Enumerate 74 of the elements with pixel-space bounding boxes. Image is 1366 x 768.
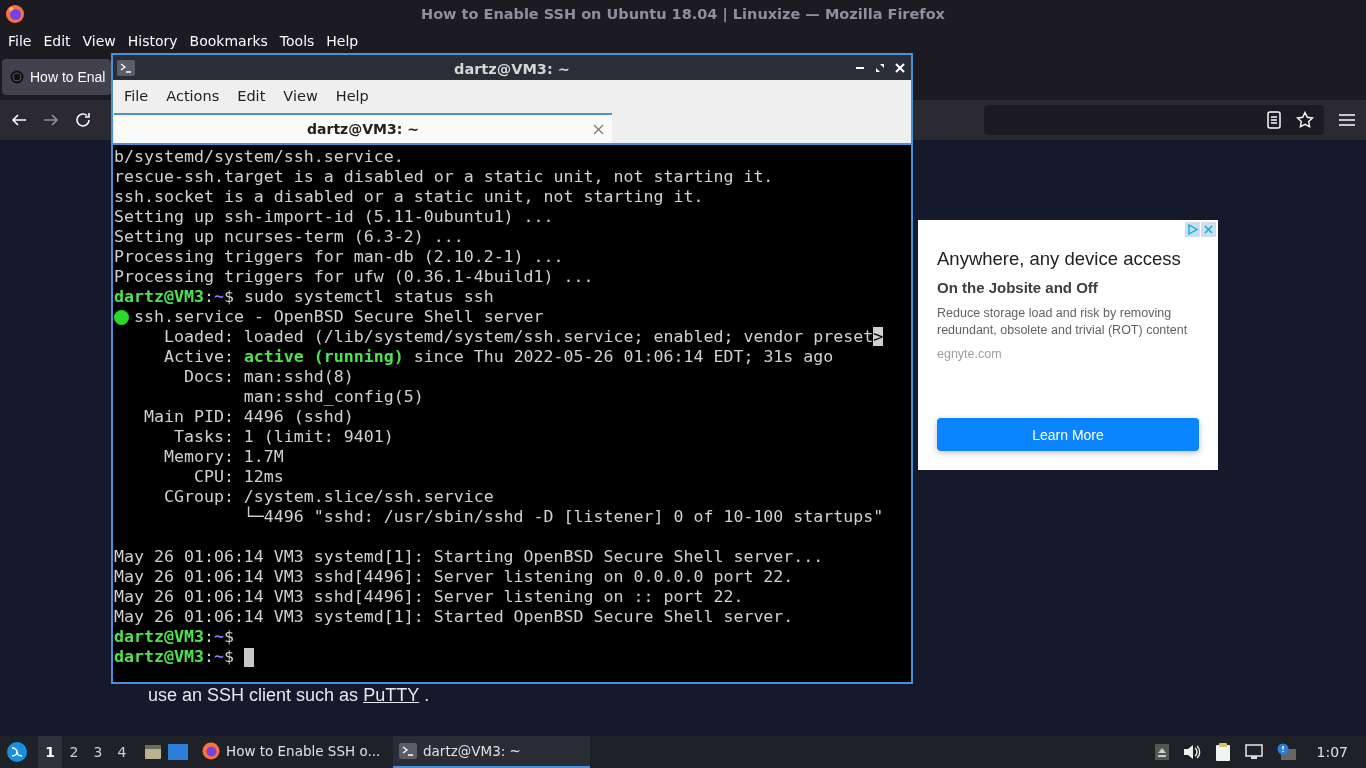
- terminal-line: Main PID: 4496 (sshd): [142, 407, 354, 427]
- menu-item[interactable]: Edit: [228, 88, 275, 104]
- status-dot-icon: [114, 309, 129, 325]
- terminal-line: May 26 01:06:14 VM3 systemd[1]: Started OpenBSD Secure Shell server.: [114, 607, 794, 627]
- menu-icon[interactable]: [1338, 112, 1356, 128]
- menu-item[interactable]: Help: [320, 33, 365, 49]
- menu-item[interactable]: File: [2, 33, 38, 49]
- address-bar[interactable]: [984, 105, 1324, 135]
- terminal-line: Setting up ssh-import-id (5.11-0ubuntu1) ...: [114, 207, 554, 227]
- start-menu-icon[interactable]: [6, 741, 28, 763]
- terminal-line: May 26 01:06:14 VM3 sshd[4496]: Server listening on :: port 22.: [114, 587, 744, 607]
- terminal-line: Docs: man:sshd(8): [182, 367, 354, 387]
- terminal-line: rescue-ssh.target is a disabled or a static unit, not starting it.: [114, 167, 774, 187]
- terminal-line: ssh.service - OpenBSD Secure Shell server: [134, 307, 544, 327]
- file-manager-icon[interactable]: [144, 743, 162, 761]
- eject-icon[interactable]: [1154, 744, 1169, 760]
- menu-item[interactable]: File: [115, 88, 158, 104]
- menu-item[interactable]: Tools: [273, 33, 321, 49]
- workspace-button[interactable]: 4: [110, 736, 134, 768]
- article-text: use an SSH client such as: [148, 685, 359, 706]
- menu-item[interactable]: Bookmarks: [183, 33, 274, 49]
- ad-subheadline: On the Jobsite and Off: [937, 279, 1099, 296]
- terminal-line: Setting up ncurses-term (6.3-2) ...: [114, 227, 464, 247]
- reload-icon[interactable]: [74, 111, 92, 129]
- terminal-line: b/systemd/system/ssh.service.: [114, 147, 404, 167]
- ad-description: Reduce storage load and risk by removing redundant, obsolete and trivial (ROT) content: [937, 305, 1189, 338]
- terminal-line: Memory: 1.7M: [162, 447, 284, 467]
- firefox-logo-icon: [5, 4, 25, 24]
- putty-link[interactable]: PuTTY: [363, 685, 420, 706]
- terminal-line: dartz@VM3:~$: [114, 647, 235, 667]
- menu-item[interactable]: Help: [326, 88, 378, 104]
- volume-icon[interactable]: [1182, 744, 1201, 760]
- terminal-line: Processing triggers for man-db (2.10.2-1) ...: [114, 247, 564, 267]
- terminal-line: CGroup: /system.slice/ssh.service: [162, 487, 494, 507]
- workspace-button[interactable]: 1: [38, 736, 62, 768]
- workspace-button[interactable]: 3: [86, 736, 110, 768]
- terminal-icon: [117, 59, 135, 76]
- article-text: .: [424, 685, 430, 706]
- menu-item[interactable]: Edit: [37, 33, 77, 49]
- menu-item[interactable]: History: [121, 33, 184, 49]
- workspace-button[interactable]: 2: [62, 736, 86, 768]
- browser-tab[interactable]: How to Enal: [2, 59, 111, 95]
- terminal-line: May 26 01:06:14 VM3 sshd[4496]: Server listening on 0.0.0.0 port 22.: [114, 567, 794, 587]
- terminal-line: Tasks: 1 (limit: 9401): [172, 427, 394, 447]
- reader-view-icon[interactable]: [1266, 111, 1282, 129]
- tab-favicon-icon: [10, 70, 24, 84]
- terminal-line: man:sshd_config(5): [242, 387, 424, 407]
- terminal-icon: [399, 743, 417, 759]
- ad-domain: egnyte.com: [937, 347, 1003, 361]
- ad-headline: Anywhere, any device access: [937, 248, 1182, 270]
- terminal-tab[interactable]: dartz@VM3: ~: [114, 113, 612, 143]
- terminal-line: Active: active (running) since Thu 2022-05-26 01:06:14 EDT; 31s ago: [162, 347, 834, 367]
- firefox-logo-icon: [202, 742, 220, 760]
- terminal-line: dartz@VM3:~$ sudo systemctl status ssh: [114, 287, 494, 307]
- menu-item[interactable]: Actions: [157, 88, 229, 104]
- terminal-line: └─4496 "sshd: /usr/sbin/sshd -D [listener] 0 of 10-100 startups": [242, 507, 884, 527]
- taskbar-task[interactable]: How to Enable SSH o...: [196, 736, 393, 768]
- terminal-line: Processing triggers for ufw (0.36.1-4build1) ...: [114, 267, 594, 287]
- menu-item[interactable]: View: [76, 33, 122, 49]
- terminal-line: ssh.socket is a disabled or a static unit, not starting it.: [114, 187, 704, 207]
- clock: 1:07: [1316, 744, 1348, 760]
- clipboard-icon[interactable]: [1214, 743, 1231, 761]
- star-icon[interactable]: [1296, 111, 1314, 129]
- terminal-line: May 26 01:06:14 VM3 systemd[1]: Starting OpenBSD Secure Shell server...: [114, 547, 824, 567]
- terminal-line: Loaded: loaded (/lib/systemd/system/ssh.service; enabled; vendor preset>: [162, 327, 884, 347]
- window-title: dartz@VM3: ~: [454, 61, 570, 77]
- notification-icon[interactable]: [1276, 743, 1297, 761]
- taskbar-task[interactable]: dartz@VM3: ~: [393, 736, 590, 768]
- terminal-line: CPU: 12ms: [192, 467, 284, 487]
- terminal-line: dartz@VM3:~$: [114, 627, 234, 647]
- learn-more-button[interactable]: Learn More: [937, 418, 1199, 451]
- menu-item[interactable]: View: [274, 88, 327, 104]
- window-title: How to Enable SSH on Ubuntu 18.04 | Linuxize — Mozilla Firefox: [421, 6, 945, 22]
- maximize-icon[interactable]: [875, 62, 885, 73]
